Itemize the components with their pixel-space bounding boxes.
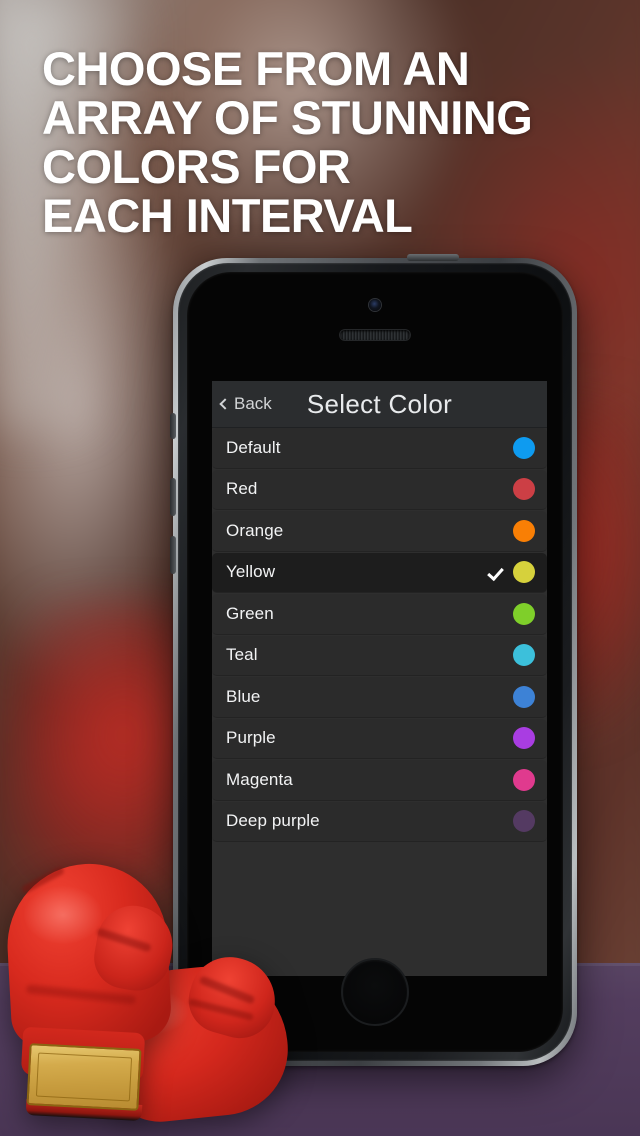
boxing-glove-front [0,858,198,1122]
color-swatch[interactable] [513,768,535,791]
color-swatch[interactable] [513,810,535,833]
color-list: Default Red Orange Yellow Green Teal Blue Purpl… [212,428,547,842]
color-swatch[interactable] [513,727,535,750]
color-row-label: Teal [226,645,258,665]
color-row-purple[interactable]: Purple [212,718,547,759]
color-row-deep-purple[interactable]: Deep purple [212,801,547,842]
color-row-default[interactable]: Default [212,428,547,469]
color-swatch[interactable] [513,561,535,584]
color-row-label: Yellow [226,562,276,582]
headline-line-3: COLORS FOR [42,140,351,193]
color-row-label: Purple [226,728,276,748]
power-button[interactable] [407,254,459,261]
color-row-green[interactable]: Green [212,594,547,635]
color-row-teal[interactable]: Teal [212,635,547,676]
color-swatch[interactable] [513,644,535,667]
color-swatch[interactable] [513,519,535,542]
color-swatch[interactable] [513,478,535,501]
headline-line-2: ARRAY OF STUNNING [42,91,533,144]
color-swatch[interactable] [513,685,535,708]
mute-switch[interactable] [170,413,176,439]
back-button[interactable]: Back [219,394,272,414]
color-row-label: Green [226,603,274,623]
page-title: CHOOSE FROM AN ARRAY OF STUNNING COLORS … [42,44,602,240]
earpiece-speaker-icon [340,330,410,340]
color-row-red[interactable]: Red [212,469,547,510]
glove-front-gold-cuff [26,1043,142,1111]
headline-line-4: EACH INTERVAL [42,189,413,242]
color-row-label: Blue [226,686,261,706]
color-row-label: Magenta [226,769,293,789]
home-button[interactable] [341,958,409,1026]
color-row-label: Red [226,479,258,499]
color-swatch[interactable] [513,436,535,459]
color-row-blue[interactable]: Blue [212,677,547,718]
color-swatch[interactable] [513,602,535,625]
headline-line-1: CHOOSE FROM AN [42,42,470,95]
chevron-left-icon [219,398,231,410]
color-row-yellow[interactable]: Yellow [212,552,547,593]
navigation-bar: Back Select Color [212,381,547,428]
color-row-label: Orange [226,520,284,540]
volume-up-button[interactable] [170,478,176,516]
volume-down-button[interactable] [170,536,176,574]
checkmark-icon [487,564,504,581]
back-button-label: Back [234,394,272,413]
color-row-magenta[interactable]: Magenta [212,760,547,801]
color-row-label: Deep purple [226,811,320,831]
boxing-gloves [0,858,300,1136]
color-row-label: Default [226,437,281,457]
front-camera-icon [369,299,381,311]
color-row-orange[interactable]: Orange [212,511,547,552]
glove-front-highlight [24,886,102,944]
